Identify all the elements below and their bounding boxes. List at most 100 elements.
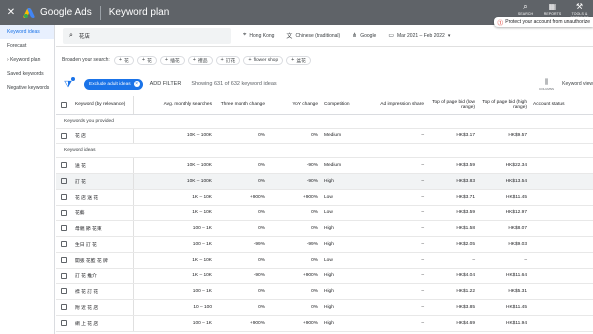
col-low-bid[interactable]: Top of page bid (low range) xyxy=(427,96,478,115)
low-bid-cell: HK$3.59 xyxy=(427,157,478,174)
low-bid-cell: HK$3.17 xyxy=(427,128,478,145)
row-checkbox[interactable] xyxy=(56,128,72,145)
keyword-cell: 花 店 xyxy=(72,128,134,145)
broaden-chip[interactable]: + 盆花 xyxy=(286,55,311,65)
google-ads-logo-mark xyxy=(22,7,36,18)
status-cell xyxy=(530,173,593,190)
ad-share-cell: – xyxy=(374,157,427,174)
col-three-month[interactable]: Three month change xyxy=(215,96,268,115)
table-row[interactable]: 母親 節 花束 100 – 1K 0% 0% High – HK$1.58 HK$8.07 xyxy=(56,220,593,237)
high-bid-cell: HK$11.94 xyxy=(478,315,530,332)
table-row[interactable]: 訂 花 推介 1K – 10K -90% +900% High – HK$4.04 HK$11… xyxy=(56,268,593,285)
checkbox-icon xyxy=(61,319,67,326)
chip-label: 插花 xyxy=(170,58,180,64)
close-icon[interactable]: ✕ xyxy=(4,7,18,18)
broaden-chip[interactable]: + flower shop xyxy=(243,55,284,65)
row-checkbox[interactable] xyxy=(56,173,72,190)
add-filter-button[interactable]: ADD FILTER xyxy=(150,81,182,87)
row-checkbox[interactable] xyxy=(56,236,72,253)
filter-active-dot xyxy=(71,76,76,81)
col-high-bid[interactable]: Top of page bid (high range) xyxy=(478,96,530,115)
filter-icon[interactable]: ⧩ xyxy=(64,76,76,90)
keyword-view-button[interactable]: Keyword view xyxy=(562,81,593,87)
competition-cell: Low xyxy=(321,205,374,222)
keyword-cell: 訂 花 xyxy=(72,173,134,190)
search-tool-label: SEARCH xyxy=(517,12,534,16)
sidebar-item-keyword-plan[interactable]: › Keyword plan xyxy=(0,53,54,67)
sidebar-item-forecast[interactable]: Forecast xyxy=(0,39,54,53)
date-range-filter[interactable]: ▭ Mar 2021 – Feb 2022 ▾ xyxy=(388,32,450,40)
col-avg-searches[interactable]: Avg. monthly searches xyxy=(133,96,215,115)
yoy-cell: 0% xyxy=(268,283,321,300)
select-all-checkbox[interactable] xyxy=(56,96,72,115)
row-checkbox[interactable] xyxy=(56,283,72,300)
col-competition[interactable]: Competition xyxy=(321,96,374,115)
broaden-chip[interactable]: + 花 xyxy=(136,55,157,65)
checkbox-icon xyxy=(61,288,67,295)
network-filter[interactable]: ⋔ Google xyxy=(352,32,376,40)
row-checkbox[interactable] xyxy=(56,157,72,174)
keyword-search-input[interactable]: ⌕ 花店 xyxy=(63,27,231,44)
google-ads-logo[interactable]: Google Ads xyxy=(22,7,92,18)
keyword-cell: 母親 節 花束 xyxy=(72,220,134,237)
row-checkbox[interactable] xyxy=(56,205,72,222)
table-row[interactable]: 花 店 10K – 100K 0% 0% Medium – HK$3.17 HK… xyxy=(56,128,593,145)
keyword-cell: 訂 花 推介 xyxy=(72,268,134,285)
table-row[interactable]: 襟 花 訂 花 100 – 1K 0% 0% High – HK$1.22 HK$5.31 xyxy=(56,283,593,300)
broaden-chip[interactable]: + 插花 xyxy=(159,55,185,65)
avg-cell: 1K – 10K xyxy=(133,268,215,285)
sidebar-item-keyword-ideas[interactable]: Keyword ideas xyxy=(0,25,54,39)
ad-share-cell: – xyxy=(374,283,427,300)
ideas-body: 送 花 10K – 100K 0% -90% Medium – HK$3.59 HK$22.3… xyxy=(56,157,593,332)
high-bid-cell: HK$5.31 xyxy=(478,283,530,300)
high-bid-cell: HK$11.45 xyxy=(478,189,530,206)
ad-share-cell: – xyxy=(374,315,427,332)
keyword-cell: 襟 花 訂 花 xyxy=(72,283,134,300)
columns-button[interactable]: ⫼ COLUMNS xyxy=(539,79,554,91)
remove-icon[interactable]: × xyxy=(133,81,140,87)
ad-share-cell: – xyxy=(374,173,427,190)
col-yoy[interactable]: YoY change xyxy=(268,96,321,115)
exclude-adult-chip[interactable]: Exclude adult ideas × xyxy=(84,78,143,90)
col-keyword[interactable]: Keyword (by relevance) xyxy=(72,96,134,115)
checkbox-icon xyxy=(61,304,67,311)
avg-cell: 10K – 100K xyxy=(133,157,215,174)
keyword-cell: 附 近 花 店 xyxy=(72,299,134,316)
competition-cell: Medium xyxy=(321,128,374,145)
search-row: ⌕ 花店 ⌖ Hong Kong 文 Chinese (traditional) ⋔… xyxy=(56,25,593,47)
table-row[interactable]: 訂 花 10K – 100K 0% -90% High – HK$3.83 HK$13.54 xyxy=(56,173,593,190)
status-cell xyxy=(530,220,593,237)
col-account-status[interactable]: Account status xyxy=(530,96,593,115)
broaden-chip[interactable]: + 訂花 xyxy=(215,55,241,65)
row-checkbox[interactable] xyxy=(56,189,72,206)
table-row[interactable]: 網 上 花 店 100 – 1K +900% +900% High – HK$4.69 HK$… xyxy=(56,315,593,332)
table-row[interactable]: 附 近 花 店 10 – 100 0% 0% High – HK$3.85 HK$11.45 xyxy=(56,299,593,316)
checkbox-icon xyxy=(61,209,67,216)
three-month-cell: 0% xyxy=(215,173,268,190)
row-checkbox[interactable] xyxy=(56,268,72,285)
table-row[interactable]: 開張 花籃 花 牌 1K – 10K 0% 0% Low – – – xyxy=(56,252,593,269)
broaden-chip[interactable]: + 禮品 xyxy=(187,55,213,65)
location-filter[interactable]: ⌖ Hong Kong xyxy=(243,32,274,39)
chip-label: 花 xyxy=(124,58,129,64)
language-filter[interactable]: 文 Chinese (traditional) xyxy=(286,31,340,41)
row-checkbox[interactable] xyxy=(56,252,72,269)
broaden-chip[interactable]: + 花 xyxy=(113,55,134,65)
sidebar-item-negative-keywords[interactable]: Negative keywords xyxy=(0,81,54,95)
avg-cell: 100 – 1K xyxy=(133,236,215,253)
row-checkbox[interactable] xyxy=(56,315,72,332)
col-ad-share[interactable]: Ad impression share xyxy=(374,96,427,115)
sidebar-item-saved-keywords[interactable]: Saved keywords xyxy=(0,67,54,81)
keyword-cell: 生日 訂 花 xyxy=(72,236,134,253)
chip-label: 花 xyxy=(147,58,152,64)
table-row[interactable]: 生日 訂 花 100 – 1K -99% -99% High – HK$2.05 HK$9.0… xyxy=(56,236,593,253)
competition-cell: High xyxy=(321,220,374,237)
table-row[interactable]: 花藝 1K – 10K 0% 0% Low – HK$3.59 HK$12.97 xyxy=(56,205,593,222)
checkbox-icon xyxy=(61,132,67,139)
row-checkbox[interactable] xyxy=(56,299,72,316)
table-row[interactable]: 花 店 送 花 1K – 10K +900% +900% Low – HK$3.71 HK$1… xyxy=(56,189,593,206)
avg-cell: 100 – 1K xyxy=(133,315,215,332)
table-row[interactable]: 送 花 10K – 100K 0% -90% Medium – HK$3.59 HK$22.3… xyxy=(56,157,593,174)
row-checkbox[interactable] xyxy=(56,220,72,237)
avg-cell: 10K – 100K xyxy=(133,128,215,145)
